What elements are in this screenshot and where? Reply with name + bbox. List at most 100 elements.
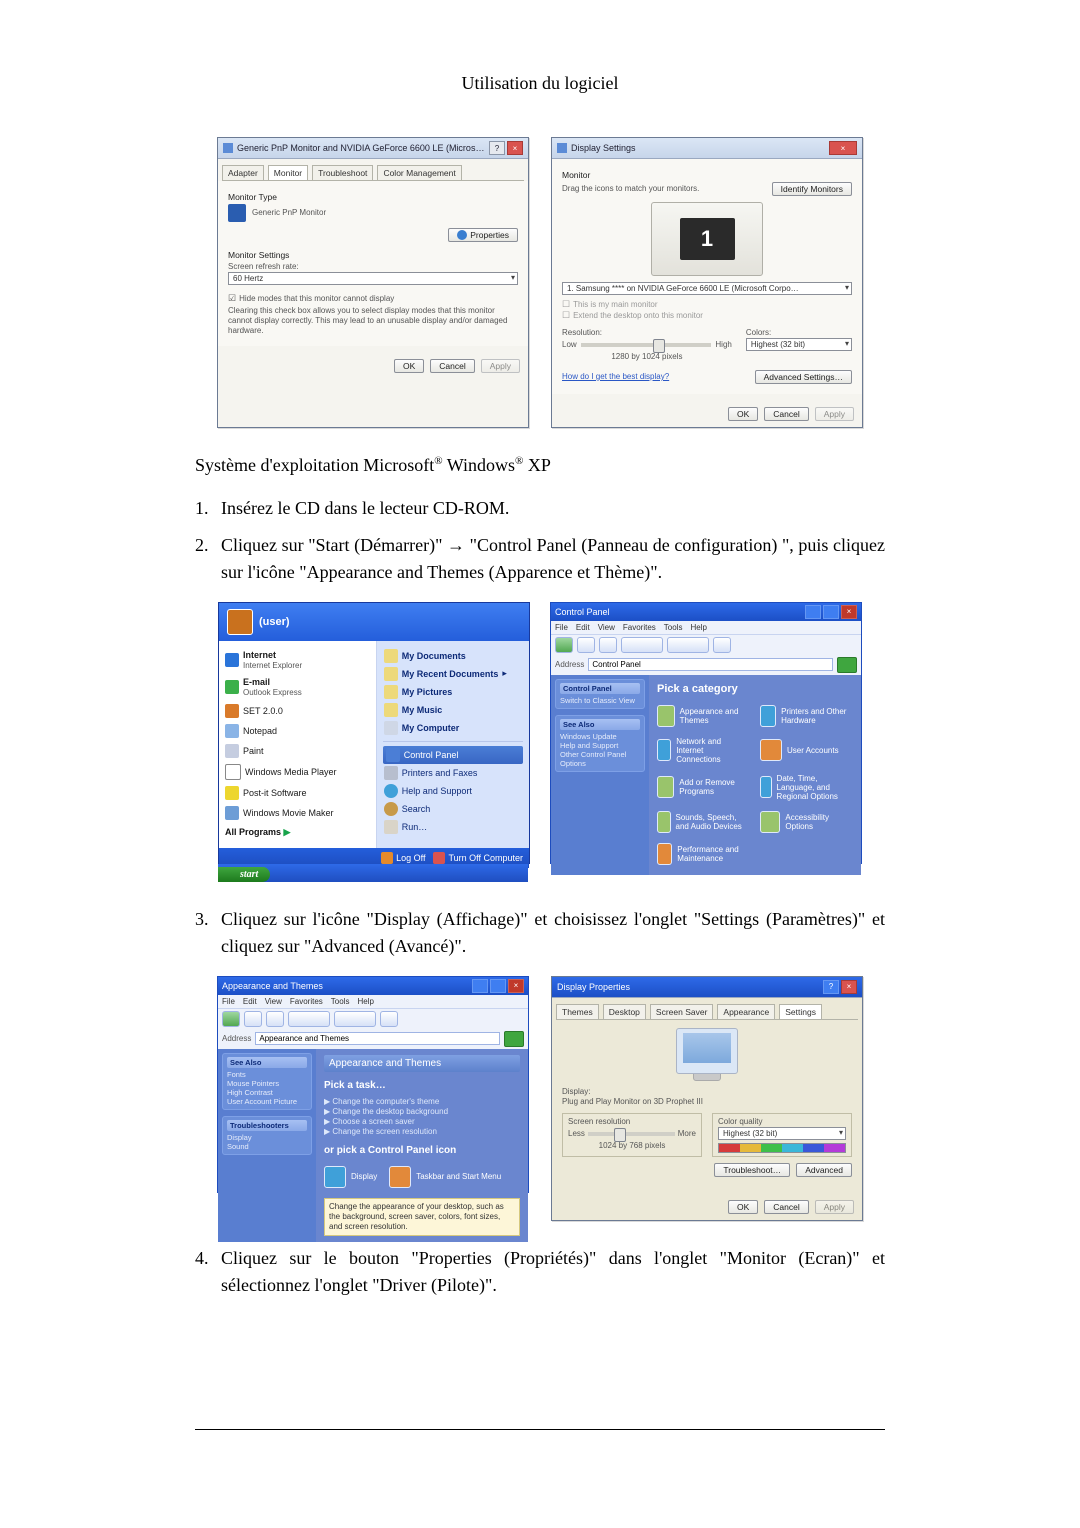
color-quality-dropdown[interactable]: Highest (32 bit) — [718, 1127, 846, 1140]
ok-button[interactable]: OK — [728, 407, 758, 421]
tab-saver[interactable]: Screen Saver — [650, 1004, 714, 1019]
tab-themes[interactable]: Themes — [556, 1004, 599, 1019]
ok-button[interactable]: OK — [394, 359, 424, 373]
go-button[interactable] — [837, 657, 857, 673]
task-bg[interactable]: ▶ Change the desktop background — [324, 1107, 520, 1117]
nav-toolbar[interactable] — [218, 1008, 528, 1029]
cancel-button[interactable]: Cancel — [430, 359, 474, 373]
refresh-rate-dropdown[interactable]: 60 Hertz — [228, 272, 518, 285]
minimize-button[interactable] — [805, 605, 821, 619]
tab-appearance[interactable]: Appearance — [717, 1004, 775, 1019]
see-fonts[interactable]: Fonts — [227, 1070, 307, 1079]
sm-logoff[interactable]: Log Off — [381, 852, 425, 864]
ok-button[interactable]: OK — [728, 1200, 758, 1214]
cat-sound[interactable]: Sounds, Speech, and Audio Devices — [657, 811, 750, 833]
see-mouse[interactable]: Mouse Pointers — [227, 1079, 307, 1088]
close-button[interactable]: × — [829, 141, 857, 155]
properties-button[interactable]: Properties — [448, 228, 518, 242]
see-windows-update[interactable]: Windows Update — [560, 732, 640, 741]
sm-search[interactable]: Search — [383, 800, 523, 818]
see-help[interactable]: Help and Support — [560, 741, 640, 750]
sm-wmp[interactable]: Windows Media Player — [223, 761, 372, 783]
sm-postit[interactable]: Post-it Software — [223, 783, 372, 803]
search-button[interactable] — [288, 1011, 330, 1027]
cat-addremove[interactable]: Add or Remove Programs — [657, 774, 750, 801]
cancel-button[interactable]: Cancel — [764, 1200, 808, 1214]
advanced-settings-button[interactable]: Advanced Settings… — [755, 370, 852, 384]
sm-my-documents[interactable]: My Documents — [383, 647, 523, 665]
see-contrast[interactable]: High Contrast — [227, 1088, 307, 1097]
sm-set[interactable]: SET 2.0.0 — [223, 701, 372, 721]
close-button[interactable]: × — [507, 141, 523, 155]
monitor-select-dropdown[interactable]: 1. Samsung **** on NVIDIA GeForce 6600 L… — [562, 282, 852, 295]
close-button[interactable]: × — [841, 605, 857, 619]
up-button[interactable] — [599, 637, 617, 653]
maximize-button[interactable] — [490, 979, 506, 993]
views-button[interactable] — [713, 637, 731, 653]
colors-dropdown[interactable]: Highest (32 bit) — [746, 338, 852, 351]
apply-button[interactable]: Apply — [815, 407, 854, 421]
see-user-pic[interactable]: User Account Picture — [227, 1097, 307, 1106]
sm-recent[interactable]: My Recent Documents ▸ — [383, 665, 523, 683]
task-theme[interactable]: ▶ Change the computer's theme — [324, 1097, 520, 1107]
back-button[interactable] — [555, 637, 573, 653]
cancel-button[interactable]: Cancel — [764, 407, 808, 421]
tab-settings[interactable]: Settings — [779, 1004, 822, 1019]
monitor-layout-area[interactable]: 1 — [651, 202, 763, 276]
sm-control-panel[interactable]: Control Panel — [383, 746, 523, 764]
task-resolution[interactable]: ▶ Change the screen resolution — [324, 1127, 520, 1137]
tab-adapter[interactable]: Adapter — [222, 165, 264, 180]
folders-button[interactable] — [667, 637, 709, 653]
sm-paint[interactable]: Paint — [223, 741, 372, 761]
sm-email[interactable]: E-mailOutlook Express — [223, 674, 372, 701]
cat-perf[interactable]: Performance and Maintenance — [657, 843, 750, 865]
menu-bar[interactable]: FileEditViewFavoritesToolsHelp — [551, 621, 861, 634]
tab-monitor[interactable]: Monitor — [268, 165, 308, 180]
see-other[interactable]: Other Control Panel Options — [560, 750, 640, 768]
cp-taskbar-icon[interactable]: Taskbar and Start Menu — [389, 1166, 501, 1188]
monitor-1-icon[interactable]: 1 — [680, 218, 735, 260]
sm-turnoff[interactable]: Turn Off Computer — [433, 852, 523, 864]
start-button[interactable]: start — [218, 867, 270, 882]
identify-monitors-button[interactable]: Identify Monitors — [772, 182, 852, 196]
maximize-button[interactable] — [823, 605, 839, 619]
tr-sound[interactable]: Sound — [227, 1142, 307, 1151]
tr-display[interactable]: Display — [227, 1133, 307, 1142]
folders-button[interactable] — [334, 1011, 376, 1027]
address-input[interactable]: Control Panel — [588, 658, 833, 671]
cat-useracc[interactable]: User Accounts — [760, 737, 853, 764]
sm-movie[interactable]: Windows Movie Maker — [223, 803, 372, 823]
cat-appearance[interactable]: Appearance and Themes — [657, 705, 750, 727]
back-button[interactable] — [222, 1011, 240, 1027]
resolution-slider[interactable] — [588, 1132, 675, 1136]
address-input[interactable]: Appearance and Themes — [255, 1032, 500, 1045]
nav-toolbar[interactable] — [551, 634, 861, 655]
search-button[interactable] — [621, 637, 663, 653]
sm-internet[interactable]: InternetInternet Explorer — [223, 647, 372, 674]
close-button[interactable]: × — [508, 979, 524, 993]
sm-help[interactable]: Help and Support — [383, 782, 523, 800]
cat-date[interactable]: Date, Time, Language, and Regional Optio… — [760, 774, 853, 801]
cp-display-icon[interactable]: Display — [324, 1166, 377, 1188]
sm-all-programs[interactable]: All Programs ▶ — [223, 823, 372, 842]
troubleshoot-button[interactable]: Troubleshoot… — [714, 1163, 790, 1177]
sm-my-computer[interactable]: My Computer — [383, 719, 523, 737]
sm-notepad[interactable]: Notepad — [223, 721, 372, 741]
hide-modes-checkbox[interactable]: Hide modes that this monitor cannot disp… — [228, 293, 518, 304]
close-button[interactable]: × — [841, 980, 857, 994]
cat-network[interactable]: Network and Internet Connections — [657, 737, 750, 764]
advanced-button[interactable]: Advanced — [796, 1163, 852, 1177]
sm-my-pictures[interactable]: My Pictures — [383, 683, 523, 701]
cat-printers[interactable]: Printers and Other Hardware — [760, 705, 853, 727]
apply-button[interactable]: Apply — [815, 1200, 854, 1214]
cat-access[interactable]: Accessibility Options — [760, 811, 853, 833]
resolution-slider[interactable] — [581, 343, 712, 347]
apply-button[interactable]: Apply — [481, 359, 520, 373]
forward-button[interactable] — [244, 1011, 262, 1027]
sm-run[interactable]: Run… — [383, 818, 523, 836]
help-button[interactable]: ? — [823, 980, 839, 994]
go-button[interactable] — [504, 1031, 524, 1047]
tab-troubleshoot[interactable]: Troubleshoot — [312, 165, 373, 180]
help-button[interactable]: ? — [489, 141, 505, 155]
tab-desktop[interactable]: Desktop — [603, 1004, 646, 1019]
